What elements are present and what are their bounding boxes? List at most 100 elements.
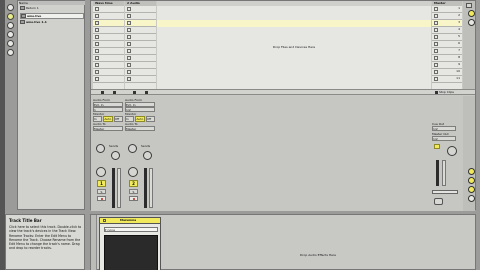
play-icon — [434, 49, 438, 53]
crossfader[interactable] — [432, 190, 458, 194]
browser-icon-6[interactable] — [7, 49, 14, 56]
track-2-column: 2 Audio — [125, 1, 156, 89]
cue-out-select[interactable]: 1/2 — [432, 126, 456, 131]
stop-clips-button[interactable]: Stop Clips — [435, 90, 463, 95]
track-2-sends: Sends — [125, 142, 155, 164]
scene-launch[interactable]: 10 — [432, 69, 462, 76]
clip-slot[interactable] — [93, 13, 124, 20]
play-icon — [434, 77, 438, 81]
volume-fader[interactable] — [144, 168, 147, 208]
browser-header[interactable]: Name — [19, 1, 85, 5]
browser-icon-4[interactable] — [7, 31, 14, 38]
send-knob-b[interactable] — [143, 151, 152, 160]
browser-icon-1[interactable] — [7, 4, 14, 11]
browser-item[interactable]: Return 1 — [20, 6, 84, 12]
track-1-column: Wavs time — [93, 1, 124, 89]
sends-toggle-icon[interactable] — [468, 177, 475, 184]
play-icon — [434, 14, 438, 18]
clip-slot[interactable] — [125, 76, 156, 83]
clip-slot[interactable] — [125, 27, 156, 34]
clip-slot[interactable] — [93, 34, 124, 41]
browser-icon-3[interactable] — [7, 22, 14, 29]
pan-knob[interactable] — [128, 167, 138, 177]
stop-button-icon[interactable] — [113, 91, 116, 94]
clip-slot[interactable] — [125, 62, 156, 69]
browser-icon-5[interactable] — [7, 40, 14, 47]
mixer-toggle-icon[interactable] — [468, 186, 475, 193]
arm-button[interactable] — [97, 196, 106, 201]
play-icon — [434, 42, 438, 46]
clip-slot[interactable] — [93, 76, 124, 83]
clip-slot[interactable] — [125, 20, 156, 27]
scene-launch[interactable]: 4 — [432, 27, 462, 34]
clip-slot[interactable] — [93, 69, 124, 76]
scene-launch[interactable]: 1 — [432, 6, 462, 13]
master-mixer-strip: Cue Out 1/2 Master Out 1/2 — [432, 98, 462, 210]
right-toolbar — [467, 10, 477, 210]
browser-icon-2[interactable] — [7, 13, 14, 20]
device-dropdown[interactable]: ▾ none — [104, 227, 158, 232]
clip-slot[interactable] — [125, 13, 156, 20]
solo-button[interactable]: S — [129, 189, 138, 194]
pan-knob[interactable] — [96, 167, 106, 177]
session-drop-zone[interactable]: Drop Files and Devices Here — [157, 1, 431, 89]
device-toggle-icon[interactable] — [103, 219, 106, 222]
master-level-meter — [442, 160, 446, 186]
audio-to-select[interactable]: Master — [125, 126, 155, 131]
scene-launch[interactable]: 9 — [432, 62, 462, 69]
io-toggle-icon[interactable] — [468, 168, 475, 175]
clip-slot[interactable] — [125, 55, 156, 62]
clip-slot[interactable] — [125, 48, 156, 55]
scroll-up-icon[interactable] — [466, 3, 472, 8]
clip-slot[interactable] — [93, 6, 124, 13]
clip-slot[interactable] — [93, 48, 124, 55]
scene-launch[interactable]: 8 — [432, 55, 462, 62]
master-out-select[interactable]: 1/2 — [432, 136, 456, 141]
stop-button-icon[interactable] — [145, 91, 148, 94]
scene-launch[interactable]: 3 — [432, 20, 462, 27]
clip-slot[interactable] — [125, 6, 156, 13]
browser-selector-column — [5, 0, 17, 60]
send-knob-b[interactable] — [111, 151, 120, 160]
clip-slot[interactable] — [93, 62, 124, 69]
stop-button-icon[interactable] — [133, 91, 136, 94]
scene-launch[interactable]: 6 — [432, 41, 462, 48]
scene-launch[interactable]: 2 — [432, 13, 462, 20]
clip-slot[interactable] — [93, 20, 124, 27]
device: Mazumna ▾ none — [99, 217, 161, 270]
monitor-off-button[interactable]: Off — [145, 116, 155, 122]
stop-button-icon[interactable] — [101, 91, 104, 94]
browser-item-selected[interactable]: ame.live — [20, 13, 84, 19]
send-knob-a[interactable] — [128, 144, 137, 153]
track-activator-button[interactable]: 1 — [97, 180, 106, 187]
master-volume-fader[interactable] — [436, 160, 439, 186]
arrange-view-icon[interactable] — [468, 19, 475, 26]
scene-launch[interactable]: 7 — [432, 48, 462, 55]
clip-slot[interactable] — [93, 41, 124, 48]
session-view-icon[interactable] — [468, 10, 475, 17]
master-solo-button[interactable] — [434, 144, 440, 149]
clip-slot[interactable] — [93, 27, 124, 34]
clip-slot[interactable] — [93, 55, 124, 62]
track-activator-button[interactable]: 2 — [129, 180, 138, 187]
clip-slot[interactable] — [125, 69, 156, 76]
browser-item[interactable]: ame.live 1-1 — [20, 20, 84, 26]
device-title-bar[interactable]: Mazumna — [100, 218, 160, 224]
audio-to-select[interactable]: Master — [93, 126, 123, 131]
arm-button[interactable] — [129, 196, 138, 201]
master-device-icon[interactable] — [434, 198, 443, 205]
monitor-off-button[interactable]: Off — [113, 116, 123, 122]
volume-fader[interactable] — [112, 168, 115, 208]
stop-clips-label: Stop Clips — [438, 90, 454, 94]
cue-volume-knob[interactable] — [447, 146, 457, 156]
track-view: Mazumna ▾ none Drop Audio Effects Here — [90, 214, 476, 270]
send-knob-a[interactable] — [96, 144, 105, 153]
crossfader-toggle-icon[interactable] — [468, 195, 475, 202]
clip-slot[interactable] — [125, 34, 156, 41]
scene-launch[interactable]: 11 — [432, 76, 462, 83]
solo-button[interactable]: S — [97, 189, 106, 194]
clip-slot[interactable] — [125, 41, 156, 48]
folder-icon — [20, 6, 25, 10]
scene-launch[interactable]: 5 — [432, 34, 462, 41]
sends-label: Sends — [141, 144, 151, 148]
